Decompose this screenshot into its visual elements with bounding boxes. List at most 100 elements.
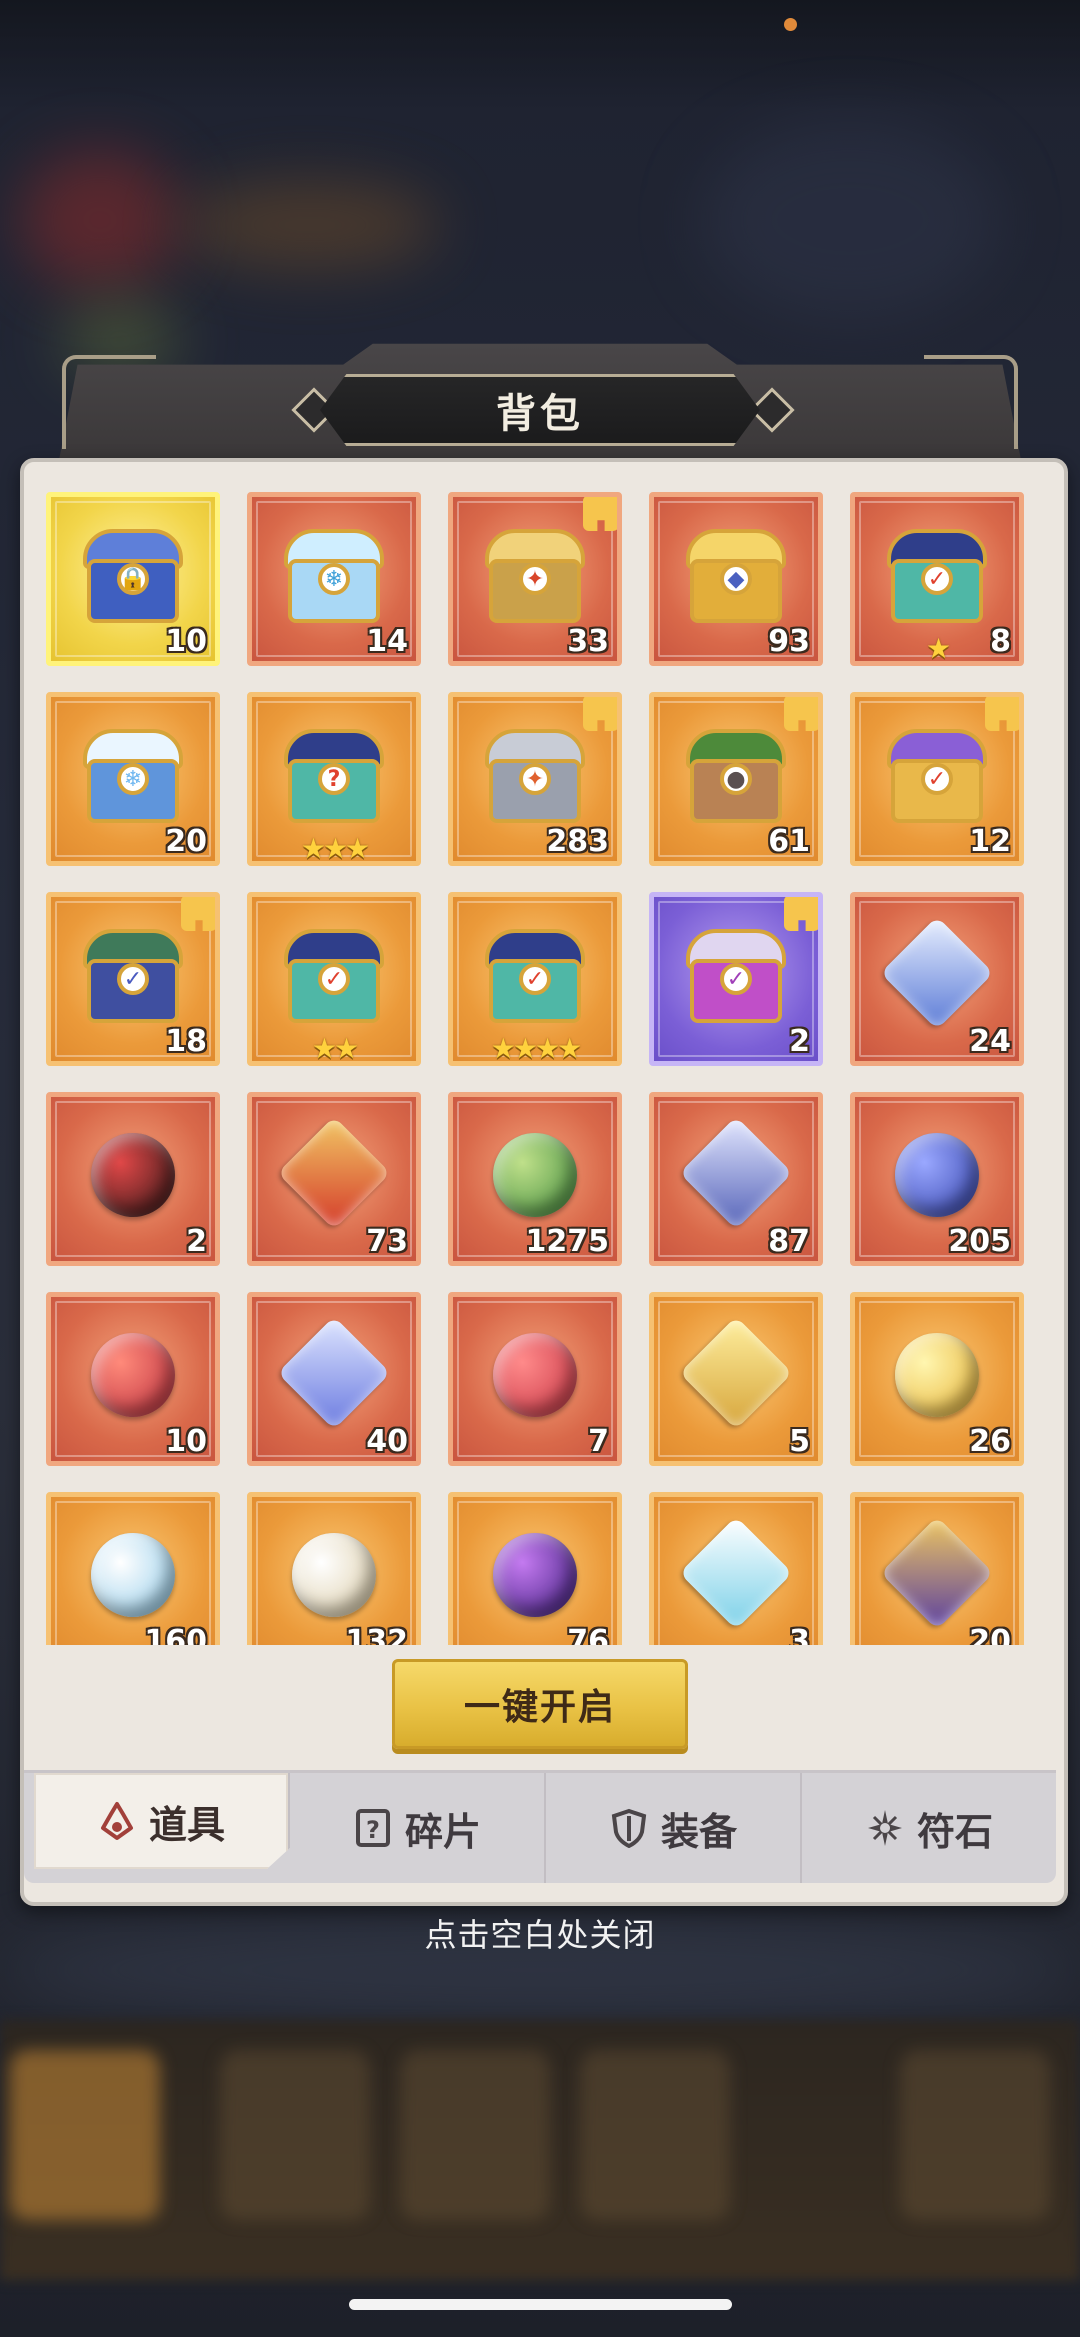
chest-random-icon: ? [274,715,394,835]
inventory-item-red-egg[interactable]: 10 [46,1292,220,1466]
inventory-item-crystal-pile[interactable]: 87 [649,1092,823,1266]
title-plate: 背包 [320,374,760,446]
chest-select-icon: ✓ [274,915,394,1035]
item-count: 26 [969,1424,1011,1459]
item-count: 205 [948,1224,1011,1259]
tab-equipment-label: 装备 [660,1809,737,1854]
shield-icon [609,1808,649,1848]
potion-icon [97,1801,137,1841]
item-count: 12 [969,824,1011,859]
item-count: 20 [969,1624,1011,1645]
home-indicator[interactable] [349,2299,732,2310]
chest-blue-wings-icon: 🔒 [73,515,193,635]
category-tabs: 道具 ? 碎片 装备 符石 [24,1770,1056,1883]
inventory-item-dark-orb[interactable]: 2 [46,1092,220,1266]
inventory-item-chest-purple-select[interactable]: ✓ 2 [649,892,823,1066]
close-hint: 点击空白处关闭 [424,1916,656,1954]
blue-crystals-icon [274,1315,394,1435]
item-count: 76 [567,1624,609,1645]
item-count: 73 [366,1224,408,1259]
inventory-item-chest-blue-wings[interactable]: 🔒 10 [46,492,220,666]
item-count: 8 [990,624,1011,659]
chest-wood-icon: ● [676,715,796,835]
item-count: 160 [144,1624,207,1645]
inventory-item-chest-red-gem[interactable]: ✦ 33 [448,492,622,666]
tab-items[interactable]: 道具 [34,1773,290,1869]
inventory-item-chest-ice[interactable]: ❄ 14 [247,492,421,666]
tab-runes-label: 符石 [916,1809,993,1854]
inventory-item-chest-select[interactable]: ✓ ★ 8 [850,492,1024,666]
chest-silver-gem-icon: ✦ [475,715,595,835]
star-rating: ★★ [311,1032,359,1065]
inventory-item-potion[interactable]: 205 [850,1092,1024,1266]
inventory-item-chest-gold[interactable]: ◆ 93 [649,492,823,666]
inventory-item-red-badge[interactable]: 73 [247,1092,421,1266]
inventory-item-ice-star[interactable]: 3 [649,1492,823,1645]
inventory-item-chest-silver-gem[interactable]: ✦ 283 [448,692,622,866]
inventory-item-pearl-flower[interactable]: 132 [247,1492,421,1645]
inventory-item-water-drop[interactable]: 160 [46,1492,220,1645]
star-rating: ★★★ [300,832,370,865]
inventory-item-chest-wood[interactable]: ● 61 [649,692,823,866]
ice-star-icon [676,1515,796,1635]
inventory-item-chest-random[interactable]: ? ★★★ [247,692,421,866]
chest-ice-icon: ❄ [274,515,394,635]
item-count: 10 [165,1424,207,1459]
item-count: 10 [165,624,207,659]
item-count: 5 [789,1424,810,1459]
item-count: 40 [366,1424,408,1459]
notification-dot [784,18,797,31]
inventory-item-gold-sun[interactable]: 26 [850,1292,1024,1466]
inventory-item-chest-ice-box[interactable]: ❄ 20 [46,692,220,866]
item-count: 87 [768,1224,810,1259]
item-count: 33 [567,624,609,659]
inventory-item-chest-book-select[interactable]: ✓ 18 [46,892,220,1066]
chest-book-select-icon: ✓ [73,915,193,1035]
pearl-flower-icon [274,1515,394,1635]
item-count: 61 [768,824,810,859]
inventory-item-gold-ticket[interactable]: 5 [649,1292,823,1466]
tab-runes[interactable]: 符石 [802,1773,1056,1883]
chest-select-icon: ✓ [877,515,997,635]
item-count: 283 [546,824,609,859]
item-count: 24 [969,1024,1011,1059]
chest-select-icon: ✓ [475,915,595,1035]
crystal-cube-icon [877,915,997,1035]
gold-ticket-icon [676,1315,796,1435]
item-count: 7 [588,1424,609,1459]
green-emblem-icon [475,1115,595,1235]
open-all-button[interactable]: 一键开启 [392,1659,688,1749]
potion-icon [877,1115,997,1235]
inventory-item-chest-select[interactable]: ✓ ★★ [247,892,421,1066]
tab-fragments[interactable]: ? 碎片 [290,1773,546,1883]
red-flower-icon [475,1315,595,1435]
inventory-item-chest-select[interactable]: ✓ ★★★★ [448,892,622,1066]
tab-fragments-label: 碎片 [404,1809,481,1854]
item-grid[interactable]: 🔒 10 ❄ 14 ✦ 33 ◆ 93 ✓ ★ 8 ❄ 20? ★★★ ✦ 283 ● 61 ✓ 12 ✓ 18 ✓ ★★ ✓ ★… [46,492,1034,1645]
item-count: 3 [789,1624,810,1645]
question-card-icon: ? [353,1808,393,1848]
water-drop-icon [73,1515,193,1635]
rune-star-icon [865,1808,905,1848]
item-count: 14 [366,624,408,659]
inventory-item-puzzle-piece[interactable]: 20 [850,1492,1024,1645]
inventory-item-blue-crystals[interactable]: 40 [247,1292,421,1466]
item-count: 2 [789,1024,810,1059]
chest-purple-select-icon: ✓ [676,915,796,1035]
status-bar-area [0,0,1080,110]
red-egg-icon [73,1315,193,1435]
chest-red-gem-icon: ✦ [475,515,595,635]
tab-equipment[interactable]: 装备 [546,1773,802,1883]
purple-sphere-icon [475,1515,595,1635]
inventory-item-green-emblem[interactable]: 1275 [448,1092,622,1266]
inventory-item-purple-sphere[interactable]: 76 [448,1492,622,1645]
inventory-item-red-flower[interactable]: 7 [448,1292,622,1466]
star-rating: ★★★★ [490,1032,582,1065]
red-badge-icon [274,1115,394,1235]
inventory-item-crystal-cube[interactable]: 24 [850,892,1024,1066]
inventory-item-chest-gem-select[interactable]: ✓ 12 [850,692,1024,866]
item-count: 93 [768,624,810,659]
tab-items-label: 道具 [148,1802,225,1847]
puzzle-piece-icon [877,1515,997,1635]
crystal-pile-icon [676,1115,796,1235]
